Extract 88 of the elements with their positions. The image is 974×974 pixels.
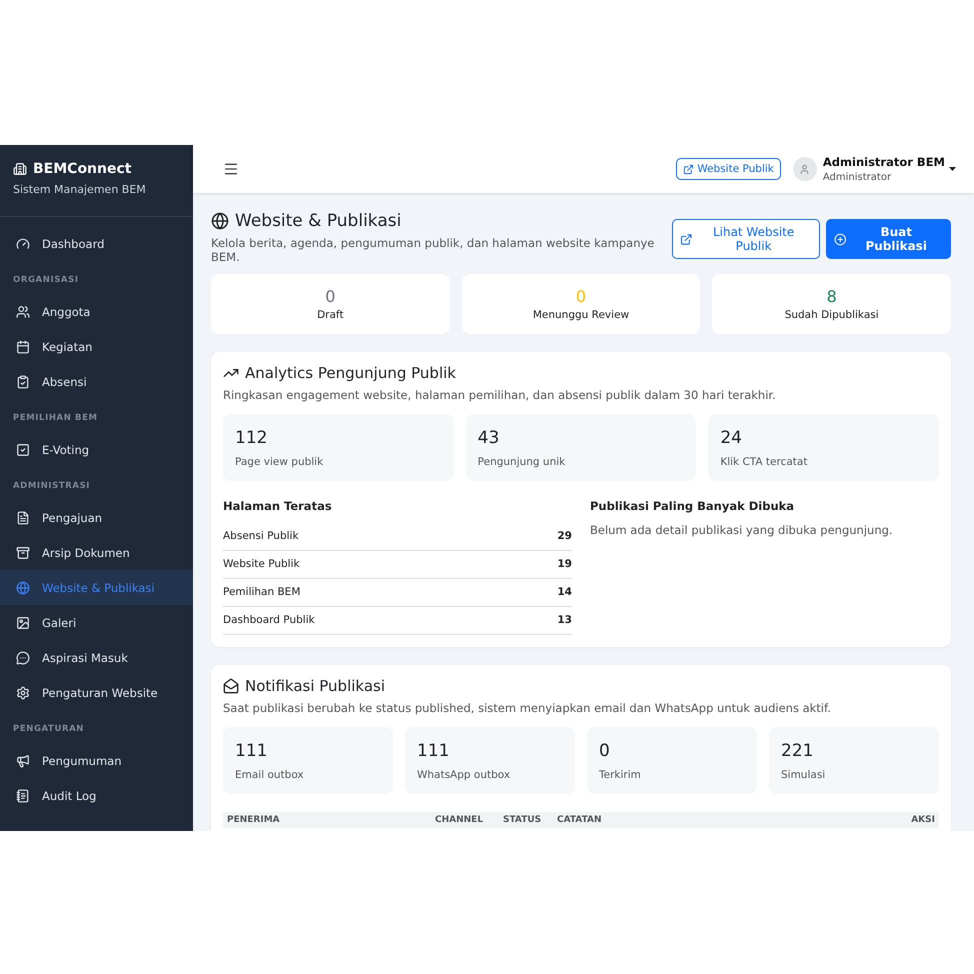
column-header: STATUS [503,815,542,825]
nav-section-heading: ORGANISASI [12,274,80,287]
status-count: 0 [325,287,336,306]
website-button[interactable]: Website Publik [676,158,781,180]
globe-icon [16,580,30,594]
page-name: Pemilihan BEM [223,586,300,598]
metric-value: 111 [235,740,268,760]
card-title: Notifikasi Publikasi [245,677,386,695]
nav-item[interactable]: E-Voting [0,432,193,467]
document-icon [16,510,30,524]
user-role: Administrator [822,172,892,183]
plus-circle-icon [834,232,846,246]
settings-icon [16,686,30,700]
clipboard-check-icon [16,374,30,388]
nav-item[interactable]: Arsip Dokumen [0,535,193,570]
nav-item[interactable]: Dashboard [0,226,193,261]
notebook-icon [16,788,30,802]
metric-value: 111 [417,740,450,760]
metric-label: Klik CTA tercatat [720,456,808,468]
view-website-button[interactable]: Lihat Website Publik [672,219,820,259]
card-subtitle: Ringkasan engagement website, halaman pemilihan, dan absensi publik dalam 30 hari terakhir. [223,388,777,402]
column-header: PENERIMA [227,815,281,825]
metric-value: 43 [478,428,500,448]
building-icon [13,162,27,176]
nav-section-heading: PENGATURAN [12,723,85,736]
envelope-icon [223,678,239,694]
metric-label: Simulasi [781,768,826,780]
page-count: 14 [557,586,572,598]
page-name: Absensi Publik [223,530,299,542]
metric-label: Page view publik [235,456,324,468]
brand-subtitle: Sistem Manajemen BEM [13,183,147,196]
card-subtitle: Saat publikasi berubah ke status published, sistem menyiapkan email dan WhatsApp untuk audiens aktif. [223,701,832,715]
page-name: Dashboard Publik [223,614,315,626]
users-icon [16,304,30,318]
nav-item[interactable]: Galeri [0,605,193,640]
nav-item[interactable]: Anggota [0,294,193,329]
nav-section-heading: PEMILIHAN BEM [12,412,99,425]
metric-value: 112 [235,428,268,448]
chat-bubble-icon [16,650,30,664]
external-link-icon [680,232,692,246]
status-count: 0 [576,287,586,306]
page-count: 29 [557,530,572,542]
gauge-icon [16,236,30,250]
archive-icon [16,546,30,560]
status-count: 8 [826,287,837,306]
user-icon [799,164,810,174]
nav-item[interactable]: Aspirasi Masuk [0,640,193,675]
megaphone-icon [16,754,30,768]
create-button[interactable]: Buat Publikasi [826,219,951,259]
page-title: Website & Publikasi [235,211,402,231]
brand-name: BEMConnect [33,161,132,177]
status-label: Sudah Dipublikasi [784,309,879,321]
user-name: Administrator BEM [822,155,945,169]
menu-icon[interactable] [223,161,239,177]
column-header: CATATAN [557,815,603,825]
page-count: 19 [557,558,572,570]
nav-item[interactable]: Pengumuman [0,743,193,778]
section-title: Halaman Teratas [223,499,333,513]
column-header: CHANNEL [435,815,484,825]
metric-value: 221 [781,740,814,760]
nav-item[interactable]: Audit Log [0,778,193,813]
nav-item[interactable]: Pengaturan Website [0,675,193,710]
page-subtitle: Kelola berita, agenda, pengumuman publik, dan halaman website kampanye BEM. [211,236,656,264]
page-count: 13 [557,614,572,626]
metric-label: Email outbox [235,768,305,780]
card-title: Analytics Pengunjung Publik [245,364,456,382]
metric-value: 0 [599,740,611,760]
page-name: Website Publik [223,558,300,570]
status-label: Menunggu Review [532,309,630,321]
metric-value: 24 [720,428,743,448]
metric-label: Terkirim [599,768,642,780]
image-icon [16,616,30,630]
checkbox-icon [16,442,30,456]
calendar-icon [16,340,30,354]
nav-section-heading: ADMINISTRASI [12,480,92,493]
caret-icon[interactable] [949,167,956,171]
avatar[interactable] [792,157,817,181]
metric-label: WhatsApp outbox [417,768,512,780]
nav-item[interactable]: Absensi [0,364,193,399]
globe-icon [211,212,229,230]
nav-item[interactable]: Kegiatan [0,329,193,364]
nav-item[interactable]: Pengajuan [0,500,193,535]
metric-label: Pengunjung unik [478,456,566,468]
status-label: Draft [317,309,344,321]
section-title: Publikasi Paling Banyak Dibuka [590,499,796,513]
empty-message: Belum ada detail publikasi yang dibuka pengunjung. [590,523,894,537]
external-link-icon [683,164,694,174]
column-header: AKSI [911,815,935,825]
